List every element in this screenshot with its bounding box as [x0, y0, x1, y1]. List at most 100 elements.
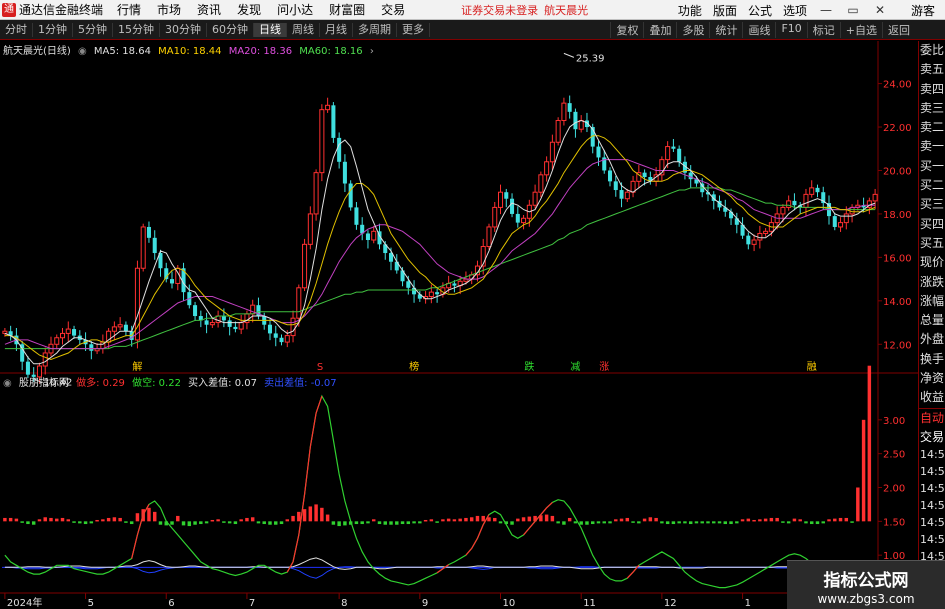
- login-status[interactable]: 证券交易未登录: [461, 2, 538, 18]
- indicator-bar: [170, 521, 174, 525]
- close-icon[interactable]: ✕: [872, 3, 888, 17]
- menu-gongshi[interactable]: 公式: [748, 2, 772, 19]
- tool-tongji[interactable]: 统计: [709, 21, 742, 38]
- tool-duogu[interactable]: 多股: [676, 21, 709, 38]
- osc-rising-segment: [528, 520, 536, 529]
- tool-f10[interactable]: F10: [775, 21, 806, 38]
- indicator-bar: [429, 519, 434, 522]
- period-fenshi[interactable]: 分时: [0, 22, 33, 37]
- period-30min[interactable]: 30分钟: [160, 22, 207, 37]
- auto-trade-label[interactable]: 自动: [919, 409, 945, 428]
- period-15min[interactable]: 15分钟: [113, 22, 160, 37]
- quote-item[interactable]: 收益: [919, 388, 945, 407]
- indicator-bar: [360, 521, 364, 525]
- quote-item[interactable]: 涨跌: [919, 273, 945, 292]
- period-weekly[interactable]: 周线: [287, 22, 320, 37]
- tool-diejia[interactable]: 叠加: [643, 21, 676, 38]
- tool-back[interactable]: 返回: [882, 21, 915, 38]
- indicator-tick-label: 1.50: [883, 517, 905, 528]
- quote-item[interactable]: 卖五: [919, 60, 945, 79]
- candle-body: [815, 187, 820, 193]
- indicator-bar: [631, 521, 635, 523]
- quote-item[interactable]: 换手: [919, 350, 945, 369]
- candle-body: [544, 161, 550, 176]
- indicator-bar: [89, 521, 94, 524]
- quote-item[interactable]: 买四: [919, 215, 945, 234]
- restore-icon[interactable]: ▭: [845, 3, 861, 17]
- period-more[interactable]: 更多: [397, 22, 430, 37]
- menu-zixun[interactable]: 资讯: [197, 1, 221, 18]
- period-60min[interactable]: 60分钟: [207, 22, 254, 37]
- legend-more[interactable]: ›: [370, 46, 374, 57]
- quote-item[interactable]: 买三: [919, 195, 945, 214]
- menu-gongneng[interactable]: 功能: [678, 2, 702, 19]
- indicator-bar: [43, 517, 47, 522]
- event-tag: 涨: [599, 361, 609, 373]
- quote-item[interactable]: 卖三: [919, 99, 945, 118]
- trade-label[interactable]: 交易: [919, 428, 945, 447]
- indicator-bar: [614, 519, 618, 522]
- indicator-bar: [464, 517, 468, 522]
- candle-body: [671, 146, 676, 149]
- menu-shichang[interactable]: 市场: [157, 1, 181, 18]
- candle-body: [872, 193, 878, 202]
- menu-xuanxiang[interactable]: 选项: [783, 2, 807, 19]
- quote-item[interactable]: 卖四: [919, 80, 945, 99]
- indicator-bar: [688, 521, 693, 525]
- guest-label[interactable]: 游客: [911, 2, 935, 19]
- osc-rising-segment: [626, 571, 634, 579]
- event-tag: 减: [570, 361, 580, 373]
- period-5min[interactable]: 5分钟: [73, 22, 113, 37]
- kline-chart[interactable]: 24.0022.0020.0018.0016.0014.0012.003.002…: [0, 41, 918, 609]
- menu-faxian[interactable]: 发现: [237, 1, 261, 18]
- legend-settings-icon[interactable]: ◉: [78, 46, 87, 57]
- menu-wenxiaoda[interactable]: 问小达: [277, 1, 313, 18]
- period-multi[interactable]: 多周期: [353, 22, 397, 37]
- indicator-bar: [758, 519, 762, 522]
- indicator-bar: [135, 513, 140, 522]
- event-tag: S: [317, 362, 323, 373]
- period-1min[interactable]: 1分钟: [33, 22, 73, 37]
- candle-body: [521, 217, 527, 224]
- tool-huaxian[interactable]: 画线: [742, 21, 775, 38]
- quote-item[interactable]: 净资: [919, 369, 945, 388]
- indicator-bar: [521, 517, 526, 522]
- period-daily[interactable]: 日线: [254, 22, 287, 37]
- menu-hangqing[interactable]: 行情: [117, 1, 141, 18]
- tool-add-favorite[interactable]: +自选: [839, 21, 882, 38]
- indicator-bar: [3, 517, 7, 522]
- quote-item[interactable]: 买二: [919, 176, 945, 195]
- quote-item[interactable]: 外盘: [919, 330, 945, 349]
- quote-item[interactable]: 现价: [919, 253, 945, 272]
- price-tick-label: 20.00: [883, 166, 912, 177]
- quote-item[interactable]: 卖二: [919, 118, 945, 137]
- quote-item[interactable]: 总量: [919, 311, 945, 330]
- indicator-bar: [158, 521, 163, 525]
- candle-body: [613, 181, 618, 191]
- indicator-settings-icon[interactable]: ◉: [3, 378, 12, 389]
- indicator-bar: [596, 521, 601, 524]
- tool-biaoji[interactable]: 标记: [806, 21, 840, 38]
- quote-item[interactable]: 委比: [919, 41, 945, 60]
- candle-body: [406, 281, 411, 288]
- menu-caifuquan[interactable]: 财富圈: [329, 1, 365, 18]
- minimize-icon[interactable]: —: [818, 3, 834, 17]
- indicator-bar: [648, 517, 653, 522]
- quote-item[interactable]: 涨幅: [919, 292, 945, 311]
- indicator-bar: [199, 521, 203, 525]
- watermark-title: 指标公式网: [823, 571, 909, 591]
- menu-jiaoyi[interactable]: 交易: [381, 1, 405, 18]
- indicator-bar: [83, 521, 88, 525]
- quote-item[interactable]: 买一: [919, 157, 945, 176]
- candle-body: [504, 192, 509, 199]
- indicator-bar: [562, 521, 566, 525]
- candle-body: [25, 361, 30, 375]
- tool-fuquan[interactable]: 复权: [610, 21, 643, 38]
- quote-item[interactable]: 卖一: [919, 137, 945, 156]
- quote-item[interactable]: 买五: [919, 234, 945, 253]
- app-title: 通达信金融终端: [19, 3, 104, 17]
- period-monthly[interactable]: 月线: [320, 22, 353, 37]
- menu-banmian[interactable]: 版面: [713, 2, 737, 19]
- indicator-bar: [181, 521, 186, 526]
- indicator-bar: [729, 521, 733, 525]
